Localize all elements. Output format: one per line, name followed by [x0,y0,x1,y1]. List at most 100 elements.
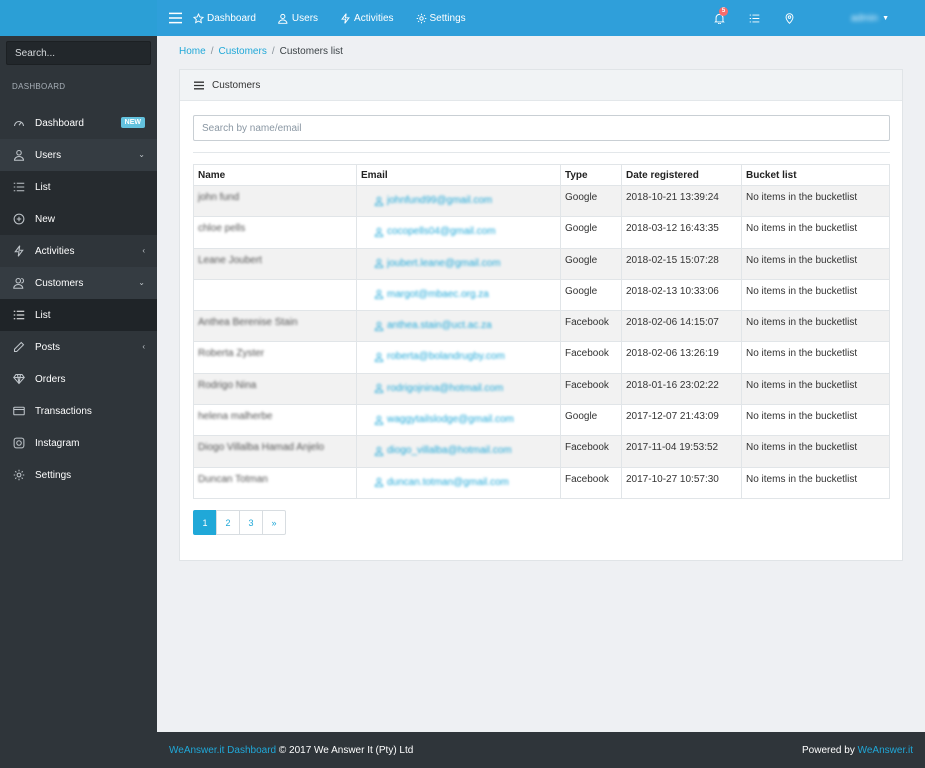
column-header-bucket[interactable]: Bucket list [741,164,890,186]
sidebar-item-users[interactable]: Users ⌄ [0,139,157,171]
sidebar-item-label: Users [35,149,62,161]
cell-bucket: No items in the bucketlist [741,278,890,312]
user-icon [374,258,384,268]
customer-name: Leane Joubert [198,254,262,266]
table-row[interactable]: Diogo Villalba Hamad Anjelo diogo_villalb… [193,435,890,468]
customer-search-input[interactable] [193,115,890,141]
email-text: waggytailslodge@gmail.com [387,414,514,426]
customer-email-link[interactable]: anthea.stain@uct.ac.za [361,320,492,331]
location-button[interactable] [784,12,795,24]
cell-name: john fund [193,184,357,218]
customer-email-link[interactable]: roberta@bolandrugby.com [361,351,505,362]
column-header-email[interactable]: Email [356,164,561,186]
cell-name [193,278,357,312]
customer-name: Duncan Totman [198,473,268,485]
email-text: diogo_villalba@hotmail.com [387,445,512,457]
email-text: cocopells04@gmail.com [387,226,496,238]
customer-email-link[interactable]: diogo_villalba@hotmail.com [361,445,512,456]
user-menu[interactable]: admin ▼ [851,13,889,24]
table-row[interactable]: john fund johnfund99@gmail.com Google 2018-… [193,184,890,218]
cell-type: Facebook [560,435,622,468]
user-icon [374,196,384,206]
sidebar-item-activities[interactable]: Activities ‹ [0,235,157,267]
breadcrumb-customers[interactable]: Customers [218,46,266,57]
breadcrumb-current: Customers list [279,46,343,57]
list-icon [12,308,26,322]
sidebar-item-posts[interactable]: Posts ‹ [0,331,157,363]
lightning-icon [12,244,26,258]
chevron-left-icon: ‹ [142,246,145,255]
nav-activities[interactable]: Activities [340,13,394,24]
caret-down-icon: ▼ [882,14,889,22]
pagination-page-1[interactable]: 1 [193,510,217,535]
customer-email-link[interactable]: rodrigojnina@hotmail.com [361,383,503,394]
customer-email-link[interactable]: johnfund99@gmail.com [361,195,492,206]
nav-dashboard[interactable]: Dashboard [193,12,256,24]
email-text: roberta@bolandrugby.com [387,351,505,363]
sidebar-item-instagram[interactable]: Instagram [0,427,157,459]
star-icon [193,12,204,24]
sidebar-item-users-new[interactable]: New [0,203,157,235]
cell-bucket: No items in the bucketlist [741,404,890,437]
nav-users[interactable]: Users [278,13,318,24]
customer-email-link[interactable]: joubert.leane@gmail.com [361,258,501,269]
table-row[interactable]: Duncan Totman duncan.totman@gmail.com Face… [193,466,890,499]
user-icon [374,352,384,362]
table-row[interactable]: chloe pells cocopells04@gmail.com Google 20… [193,216,890,249]
email-text: anthea.stain@uct.ac.za [387,320,492,332]
table-row[interactable]: Leane Joubert joubert.leane@gmail.com Goog… [193,247,890,280]
column-header-type[interactable]: Type [560,164,622,186]
notifications-button[interactable]: 5 [714,6,729,24]
gear-icon [416,13,426,23]
footer-brand-link[interactable]: WeAnswer.it Dashboard [169,745,276,756]
list-icon [749,14,760,22]
customer-email-link[interactable]: waggytailslodge@gmail.com [361,414,514,425]
column-header-date[interactable]: Date registered [621,164,742,186]
sidebar-item-label: List [35,309,51,321]
breadcrumb-separator: / [271,46,275,57]
sidebar-item-customers-list[interactable]: List [0,299,157,331]
sidebar-item-orders[interactable]: Orders [0,363,157,395]
sidebar-item-settings[interactable]: Settings [0,459,157,491]
customer-email-link[interactable]: margot@mbaec.org.za [361,289,489,300]
cell-type: Facebook [560,372,622,406]
cell-bucket: No items in the bucketlist [741,247,890,280]
sidebar-item-label: Activities [35,245,75,257]
user-icon [374,477,384,487]
cell-email: roberta@bolandrugby.com [356,341,561,374]
table-row[interactable]: margot@mbaec.org.za Google 2018-02-13 10:3… [193,278,890,312]
sidebar-item-customers[interactable]: Customers ⌄ [0,267,157,299]
column-header-name[interactable]: Name [193,164,357,186]
divider [193,152,890,153]
nav-settings[interactable]: Settings [416,13,466,24]
cell-name: Rodrigo Nina [193,372,357,406]
table-row[interactable]: helena malherbe waggytailslodge@gmail.com… [193,404,890,437]
customer-email-link[interactable]: duncan.totman@gmail.com [361,477,509,488]
footer-powered: Powered by WeAnswer.it [802,745,913,756]
sidebar-search-input[interactable] [6,41,151,65]
pagination-page-3[interactable]: 3 [239,510,263,535]
hamburger-menu-icon[interactable] [157,0,193,36]
cell-bucket: No items in the bucketlist [741,310,890,343]
plus-circle-icon [12,212,26,226]
breadcrumb-home[interactable]: Home [179,46,206,57]
location-pin-icon [785,12,794,24]
table-row[interactable]: Rodrigo Nina rodrigojnina@hotmail.com Face… [193,372,890,406]
sidebar-item-users-list[interactable]: List [0,171,157,203]
customer-email-link[interactable]: cocopells04@gmail.com [361,226,496,237]
pagination: 1 2 3» [193,510,286,535]
powered-by-link[interactable]: WeAnswer.it [858,745,913,756]
table-row[interactable]: Roberta Zyster roberta@bolandrugby.com Fac… [193,341,890,374]
sidebar-item-dashboard[interactable]: Dashboard NEW [0,107,157,139]
card-header: Customers [180,70,902,101]
pagination-page-2[interactable]: 2 [216,510,240,535]
nav-label: Settings [429,12,466,24]
nav-label: Users [291,12,319,24]
pagination-next[interactable]: » [262,510,286,535]
diamond-icon [12,372,26,386]
list-button[interactable] [749,13,760,24]
table-row[interactable]: Anthea Berenise Stain anthea.stain@uct.ac… [193,310,890,343]
sidebar-item-transactions[interactable]: Transactions [0,395,157,427]
customer-name: Rodrigo Nina [198,379,257,391]
chevron-down-icon: ⌄ [138,278,145,287]
